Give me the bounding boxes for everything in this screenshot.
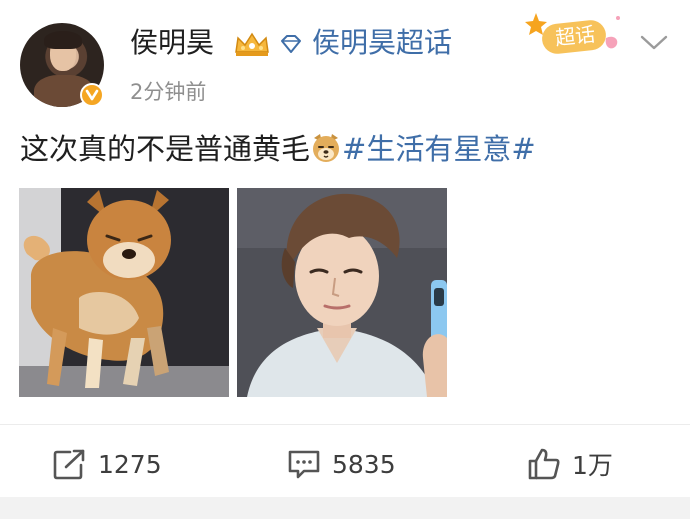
dog-emoji-icon [313,134,340,162]
hashtag-link[interactable]: #生活有星意# [342,132,536,166]
like-count: 1万 [572,451,613,480]
post-image-portrait[interactable] [237,188,447,397]
diamond-icon [281,35,301,53]
post-time: 2分钟前 [130,80,207,104]
comment-count: 5835 [332,449,396,479]
comment-button[interactable]: 5835 [286,444,396,484]
dog-photo [19,188,229,397]
bottom-strip [0,497,690,519]
like-icon [528,448,560,480]
repost-icon [53,449,85,480]
repost-button[interactable]: 1275 [52,444,162,484]
post-text: 这次真的不是普通黄毛 #生活有星意# [20,129,536,169]
portrait-photo [237,188,447,397]
divider [0,424,690,425]
post-image-dog[interactable] [19,188,229,397]
verified-icon [80,83,104,107]
badge-label: 超话 [554,21,597,51]
repost-count: 1275 [98,449,162,479]
super-topic-link[interactable]: 侯明昊超话 [312,25,452,61]
post-body-text: 这次真的不是普通黄毛 [20,132,311,166]
crown-icon [235,32,269,56]
like-button[interactable]: 1万 [526,444,613,484]
chevron-down-icon[interactable] [637,28,671,56]
comment-icon [288,450,320,479]
super-topic-badge[interactable]: 超话 [520,10,632,60]
username[interactable]: 侯明昊 [130,25,214,61]
